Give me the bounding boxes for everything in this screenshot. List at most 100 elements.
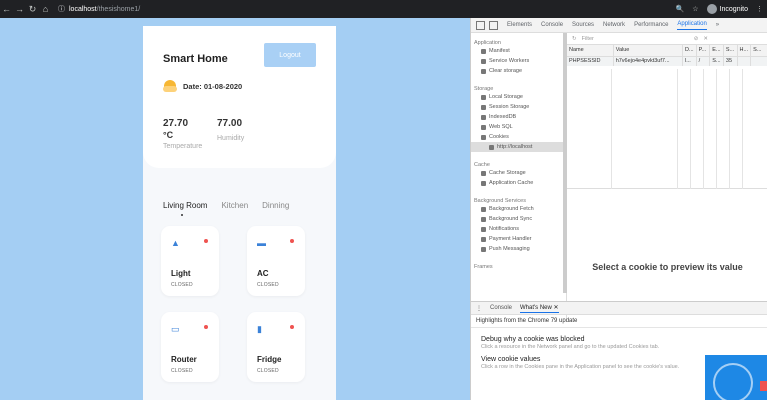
device-state: CLOSED: [171, 282, 193, 288]
drawer-tab-console[interactable]: Console: [490, 305, 512, 311]
sidebar-item-cookie-localhost[interactable]: http://localhost: [471, 142, 566, 152]
sidebar-item-cache-storage[interactable]: Cache Storage: [471, 168, 566, 178]
humidity-label: Humidity: [217, 135, 245, 142]
sidebar-item-cookies[interactable]: Cookies: [471, 132, 566, 142]
grid-icon: [481, 104, 486, 110]
tab-living-room[interactable]: Living Room: [163, 201, 207, 216]
column-header[interactable]: S...: [750, 45, 767, 57]
temperature-value: 27.70: [163, 118, 189, 129]
active-tab-indicator: [181, 214, 183, 216]
app-header: Smart Home Logout Date: 01-08-2020 27.70…: [143, 26, 336, 168]
more-tabs-button[interactable]: »: [716, 22, 719, 28]
block-icon[interactable]: ⊘: [694, 36, 699, 42]
clear-icon[interactable]: ✕: [703, 36, 708, 42]
table-cell: h7v6ejo4e4pvkt3uf7...: [613, 56, 683, 66]
tab-elements[interactable]: Elements: [507, 22, 532, 28]
item-label: Service Workers: [489, 58, 530, 64]
sidebar-item-application-cache[interactable]: Application Cache: [471, 178, 566, 188]
column-header[interactable]: D...: [682, 45, 697, 57]
address-bar[interactable]: ⓘ localhost /thesishome1/: [58, 4, 140, 14]
tab-sources[interactable]: Sources: [572, 22, 594, 28]
column-header[interactable]: Name: [567, 45, 614, 57]
item-label: IndexedDB: [489, 114, 517, 120]
inspect-icon[interactable]: [476, 20, 485, 30]
sidebar-item-indexeddb[interactable]: IndexedDB: [471, 112, 566, 122]
back-icon[interactable]: ←: [0, 2, 13, 16]
device-toggle-icon[interactable]: [489, 20, 498, 30]
device-name: Light: [171, 269, 191, 278]
device-state: CLOSED: [257, 368, 279, 374]
sidebar-item-manifest[interactable]: Manifest: [471, 46, 566, 56]
zoom-icon[interactable]: 🔍: [676, 5, 685, 13]
tab-performance[interactable]: Performance: [634, 22, 668, 28]
refresh-icon[interactable]: ↻: [572, 36, 577, 42]
sidebar-item-background-fetch[interactable]: Background Fetch: [471, 204, 566, 214]
filter-input[interactable]: Filter: [582, 36, 594, 42]
column-divider: [729, 69, 730, 189]
column-header[interactable]: P...: [696, 45, 711, 57]
room-tabs: Living Room Kitchen Dinning: [163, 201, 289, 216]
app-title: Smart Home: [163, 53, 228, 65]
item-label: Push Messaging: [489, 246, 530, 252]
router-icon: ▭: [171, 324, 180, 334]
news-item[interactable]: Debug why a cookie was blocked Click a r…: [471, 336, 691, 351]
sidebar-item-clear-storage[interactable]: Clear storage: [471, 66, 566, 76]
star-icon[interactable]: ☆: [692, 5, 698, 13]
sidebar-item-push-messaging[interactable]: Push Messaging: [471, 244, 566, 254]
column-header[interactable]: S...: [723, 45, 738, 57]
item-label: Payment Handler: [489, 236, 532, 242]
tab-network[interactable]: Network: [603, 22, 625, 28]
news-item[interactable]: View cookie values Click a row in the Co…: [471, 356, 691, 371]
table-cell: PHPSESSID: [567, 56, 614, 66]
column-divider: [690, 69, 691, 189]
highlights-heading: Highlights from the Chrome 79 update: [471, 315, 767, 328]
sidebar-item-background-sync[interactable]: Background Sync: [471, 214, 566, 224]
table-cell: [750, 56, 767, 66]
logout-button[interactable]: Logout: [264, 43, 316, 67]
device-card-light[interactable]: ▲ Light CLOSED: [161, 226, 219, 296]
device-card-fridge[interactable]: ▮ Fridge CLOSED: [247, 312, 305, 382]
column-header[interactable]: E...: [709, 45, 724, 57]
sidebar-item-web-sql[interactable]: Web SQL: [471, 122, 566, 132]
sidebar-item-payment-handler[interactable]: Payment Handler: [471, 234, 566, 244]
cookie-icon: [489, 144, 494, 150]
close-icon[interactable]: ✕: [554, 305, 559, 311]
sidebar-item-service-workers[interactable]: Service Workers: [471, 56, 566, 66]
reload-icon[interactable]: ↻: [26, 2, 39, 16]
sidebar-item-local-storage[interactable]: Local Storage: [471, 92, 566, 102]
column-header[interactable]: Value: [613, 45, 683, 57]
column-header[interactable]: H...: [737, 45, 752, 57]
device-card-ac[interactable]: ▬ AC CLOSED: [247, 226, 305, 296]
site-info-icon[interactable]: ⓘ: [58, 4, 65, 14]
table-row[interactable]: PHPSESSID h7v6ejo4e4pvkt3uf7... l... / S…: [567, 56, 767, 66]
profile-button[interactable]: Incognito: [706, 4, 748, 14]
news-title: View cookie values: [481, 355, 541, 363]
tab-dinning[interactable]: Dinning: [262, 201, 289, 210]
drawer-menu-icon[interactable]: ⋮: [476, 305, 482, 312]
section-frames: Frames: [474, 264, 493, 270]
forward-icon[interactable]: →: [13, 2, 26, 16]
table-cell: S...: [709, 56, 724, 66]
column-divider: [716, 69, 717, 189]
tab-console[interactable]: Console: [541, 22, 563, 28]
home-icon[interactable]: ⌂: [39, 2, 52, 16]
item-label: Local Storage: [489, 94, 523, 100]
status-indicator: [204, 239, 208, 243]
database-icon: [481, 114, 486, 120]
device-state: CLOSED: [171, 368, 193, 374]
fetch-icon: [481, 206, 486, 212]
sidebar-item-notifications[interactable]: Notifications: [471, 224, 566, 234]
drawer-tab-whats-new[interactable]: What's New ✕: [520, 304, 559, 313]
device-card-router[interactable]: ▭ Router CLOSED: [161, 312, 219, 382]
menu-icon[interactable]: ⋮: [756, 5, 763, 13]
status-indicator: [290, 325, 294, 329]
device-name: Fridge: [257, 355, 282, 364]
tab-application[interactable]: Application: [677, 21, 707, 30]
tab-kitchen[interactable]: Kitchen: [221, 201, 248, 210]
item-label: Session Storage: [489, 104, 530, 110]
promo-thumbnail[interactable]: [705, 355, 767, 400]
url-host: localhost: [69, 5, 97, 13]
profile-label: Incognito: [719, 5, 748, 13]
sidebar-item-session-storage[interactable]: Session Storage: [471, 102, 566, 112]
grid-icon: [481, 94, 486, 100]
